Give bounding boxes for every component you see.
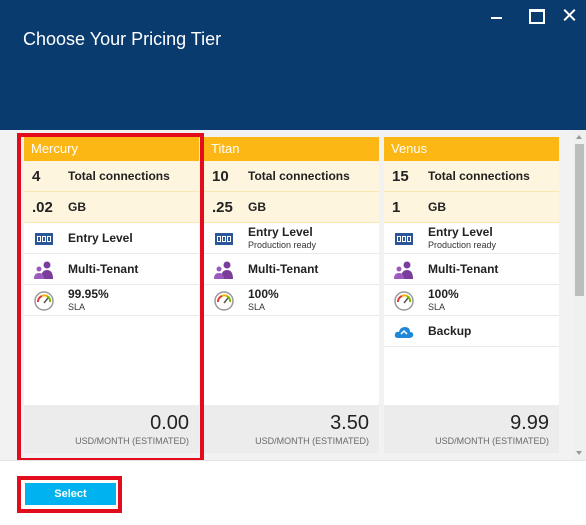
sla-label: SLA (248, 302, 266, 312)
counter-icon (215, 233, 233, 245)
storage-unit: GB (248, 200, 266, 214)
blade-header: Choose Your Pricing Tier (0, 0, 586, 130)
minimize-icon[interactable] (487, 6, 507, 24)
price-value: 3.50 (330, 412, 369, 434)
level-row: Entry Level Production ready (384, 223, 559, 254)
price-area: 3.50 USD/MONTH (ESTIMATED) (204, 405, 379, 453)
cloud-backup-icon (394, 327, 414, 338)
backup-label: Backup (428, 324, 472, 338)
price-value: 9.99 (510, 412, 549, 434)
sla-row: 100% SLA (204, 285, 379, 316)
storage-row: .25 GB (204, 192, 379, 223)
level-label: Entry Level (68, 231, 133, 245)
price-unit: USD/MONTH (ESTIMATED) (75, 436, 189, 446)
tier-name: Titan (204, 137, 379, 161)
scroll-down-icon[interactable] (573, 447, 586, 460)
connections-count: 4 (32, 168, 41, 185)
tier-name: Venus (384, 137, 559, 161)
users-icon (394, 261, 413, 279)
connections-label: Total connections (428, 169, 530, 183)
connections-row: 4 Total connections (24, 161, 199, 192)
storage-amount: 1 (392, 199, 401, 216)
counter-icon (395, 233, 413, 245)
tenancy-row: Multi-Tenant (24, 254, 199, 285)
storage-amount: .25 (212, 199, 233, 216)
connections-label: Total connections (68, 169, 170, 183)
tier-card-mercury[interactable]: Mercury 4 Total connections .02 GB Entry… (24, 137, 199, 453)
tenancy-label: Multi-Tenant (68, 262, 139, 276)
level-row: Entry Level Production ready (204, 223, 379, 254)
gauge-icon (214, 291, 234, 311)
storage-unit: GB (68, 200, 86, 214)
gauge-icon (34, 291, 54, 311)
tier-card-titan[interactable]: Titan 10 Total connections .25 GB Entry … (204, 137, 379, 453)
counter-icon (35, 233, 53, 245)
close-icon[interactable] (560, 6, 580, 24)
storage-unit: GB (428, 200, 446, 214)
tenancy-row: Multi-Tenant (384, 254, 559, 285)
connections-label: Total connections (248, 169, 350, 183)
gauge-icon (394, 291, 414, 311)
tenancy-row: Multi-Tenant (204, 254, 379, 285)
tenancy-label: Multi-Tenant (248, 262, 319, 276)
level-sublabel: Production ready (248, 240, 317, 250)
price-unit: USD/MONTH (ESTIMATED) (255, 436, 369, 446)
connections-row: 15 Total connections (384, 161, 559, 192)
scroll-thumb[interactable] (575, 144, 584, 296)
level-row: Entry Level (24, 223, 199, 254)
sla-row: 100% SLA (384, 285, 559, 316)
storage-amount: .02 (32, 199, 53, 216)
users-icon (34, 261, 53, 279)
level-label: Entry Level (248, 225, 313, 239)
storage-row: 1 GB (384, 192, 559, 223)
maximize-icon[interactable] (526, 6, 546, 24)
price-area: 9.99 USD/MONTH (ESTIMATED) (384, 405, 559, 453)
tier-card-venus[interactable]: Venus 15 Total connections 1 GB Entry Le… (384, 137, 559, 453)
sla-row: 99.95% SLA (24, 285, 199, 316)
backup-row: Backup (384, 316, 559, 347)
storage-row: .02 GB (24, 192, 199, 223)
price-unit: USD/MONTH (ESTIMATED) (435, 436, 549, 446)
connections-count: 10 (212, 168, 229, 185)
vertical-scrollbar[interactable] (573, 130, 586, 460)
select-button[interactable]: Select (25, 483, 116, 505)
users-icon (214, 261, 233, 279)
blade-title: Choose Your Pricing Tier (23, 29, 222, 49)
sla-label: SLA (428, 302, 446, 312)
price-area: 0.00 USD/MONTH (ESTIMATED) (24, 405, 199, 453)
sla-value: 99.95% (68, 287, 109, 301)
connections-count: 15 (392, 168, 409, 185)
price-value: 0.00 (150, 412, 189, 434)
tenancy-label: Multi-Tenant (428, 262, 499, 276)
sla-value: 100% (428, 287, 459, 301)
pricing-tier-list: Mercury 4 Total connections .02 GB Entry… (0, 130, 586, 460)
sla-label: SLA (68, 302, 86, 312)
connections-row: 10 Total connections (204, 161, 379, 192)
level-sublabel: Production ready (428, 240, 497, 250)
level-label: Entry Level (428, 225, 493, 239)
tier-name: Mercury (24, 137, 199, 161)
scroll-up-icon[interactable] (573, 130, 586, 143)
sla-value: 100% (248, 287, 279, 301)
